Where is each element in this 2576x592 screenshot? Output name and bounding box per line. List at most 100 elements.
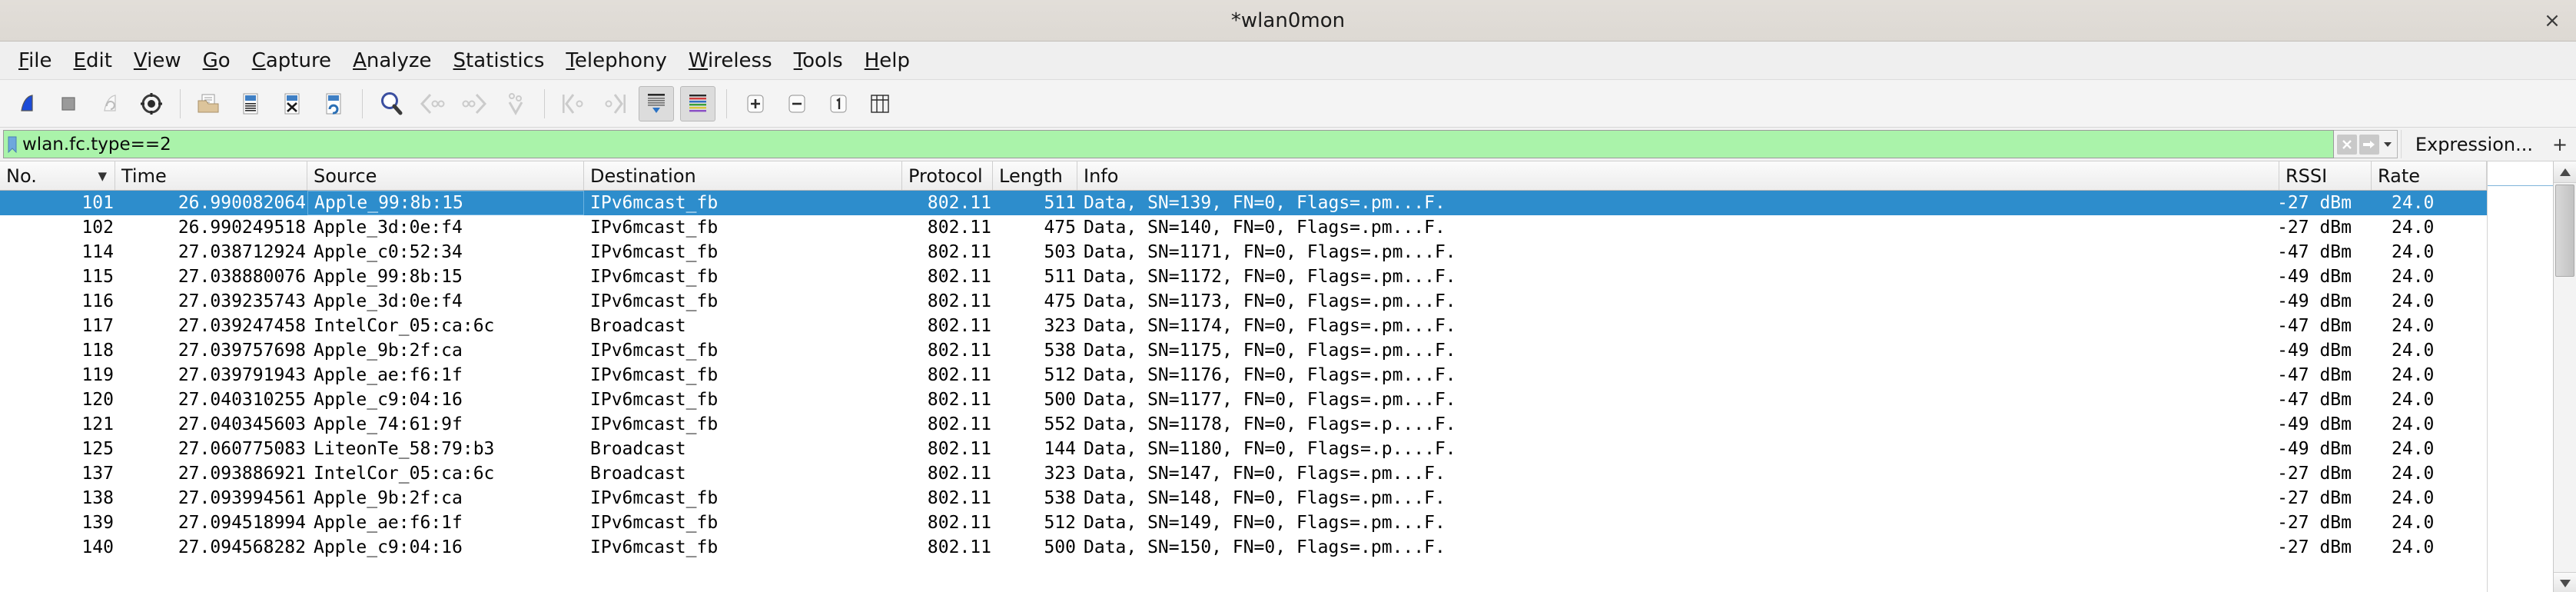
table-row[interactable]: 138 27.093994561 Apple_9b:2f:ca IPv6mcast_f… [0, 486, 2487, 511]
column-header-time[interactable]: Time [115, 161, 307, 190]
cell-rssi: -47 dBm [2279, 365, 2352, 385]
column-header-length[interactable]: Length [993, 161, 1077, 190]
table-row[interactable]: 115 27.038880076 Apple_99:8b:15 IPv6mcast_f… [0, 264, 2487, 289]
resize-columns-icon[interactable] [862, 86, 898, 121]
menu-item-capture[interactable]: Capture [241, 46, 342, 75]
cell-destination: IPv6mcast_fb [590, 537, 719, 557]
cell-destination: IPv6mcast_fb [590, 341, 719, 361]
menu-item-go[interactable]: Go [192, 46, 241, 75]
chevron-down-icon[interactable] [2382, 135, 2394, 155]
cell-no: 138 [81, 488, 114, 508]
cell-time: 27.094518994 [178, 513, 306, 533]
column-header-no[interactable]: No. ▼ [0, 161, 115, 190]
table-row[interactable]: 118 27.039757698 Apple_9b:2f:ca IPv6mcast_f… [0, 338, 2487, 363]
column-header-source[interactable]: Source [307, 161, 584, 190]
menu-item-statistics[interactable]: Statistics [443, 46, 556, 75]
cell-length: 323 [1044, 316, 1076, 336]
zoom-out-icon[interactable] [779, 86, 815, 121]
cell-length: 538 [1044, 341, 1076, 361]
scroll-up-button[interactable] [2554, 161, 2576, 183]
table-row[interactable]: 102 26.990249518 Apple_3d:0e:f4 IPv6mcast_f… [0, 215, 2487, 240]
close-icon[interactable]: × [2541, 9, 2564, 32]
table-row[interactable]: 137 27.093886921 IntelCor_05:ca:6c Broadcas… [0, 461, 2487, 486]
bookmark-icon[interactable] [4, 131, 21, 158]
cell-destination: Broadcast [590, 464, 686, 484]
menu-item-view[interactable]: View [123, 46, 192, 75]
cell-source: Apple_74:61:9f [314, 414, 463, 434]
table-row[interactable]: 125 27.060775083 LiteonTe_58:79:b3 Broadcas… [0, 437, 2487, 461]
restart-capture-icon[interactable] [92, 86, 128, 121]
cell-length: 475 [1044, 218, 1076, 238]
cell-time: 26.990249518 [178, 218, 306, 238]
cell-protocol: 802.11 [927, 242, 991, 262]
cell-no: 118 [81, 341, 114, 361]
table-row[interactable]: 101 26.990082064 Apple_99:8b:15 IPv6mcast_f… [0, 191, 2487, 215]
go-back-icon[interactable] [415, 86, 450, 121]
find-packet-icon[interactable] [373, 86, 409, 121]
menu-item-tools[interactable]: Tools [783, 46, 854, 75]
menu-item-help[interactable]: Help [854, 46, 921, 75]
column-header-rssi[interactable]: RSSI [2279, 161, 2372, 190]
table-row[interactable]: 119 27.039791943 Apple_ae:f6:1f IPv6mcast_f… [0, 363, 2487, 387]
scrollbar-track[interactable] [2554, 183, 2576, 572]
cell-destination: IPv6mcast_fb [590, 242, 719, 262]
autoscroll-icon[interactable] [639, 85, 674, 121]
cell-info: Data, SN=1173, FN=0, Flags=.pm...F. [1084, 291, 1456, 311]
table-row[interactable]: 116 27.039235743 Apple_3d:0e:f4 IPv6mcast_f… [0, 289, 2487, 314]
add-filter-button[interactable]: + [2547, 130, 2573, 158]
cell-destination: IPv6mcast_fb [590, 193, 719, 213]
packet-list-scrollbar[interactable] [2553, 161, 2576, 592]
table-row[interactable]: 121 27.040345603 Apple_74:61:9f IPv6mcast_f… [0, 412, 2487, 437]
column-header-destination[interactable]: Destination [584, 161, 902, 190]
scrollbar-thumb[interactable] [2555, 185, 2574, 277]
cell-info: Data, SN=150, FN=0, Flags=.pm...F. [1084, 537, 1446, 557]
display-filter-input[interactable]: wlan.fc.type==2 [21, 135, 2333, 155]
menu-item-wireless[interactable]: Wireless [678, 46, 783, 75]
menu-item-telephony[interactable]: Telephony [555, 46, 677, 75]
zoom-in-icon[interactable] [738, 86, 773, 121]
colorize-icon[interactable] [680, 85, 715, 121]
menu-item-analyze[interactable]: Analyze [342, 46, 442, 75]
cell-rssi: -27 dBm [2279, 513, 2352, 533]
zoom-reset-icon[interactable] [821, 86, 856, 121]
cell-time: 27.094568282 [178, 537, 306, 557]
start-capture-icon[interactable] [9, 86, 45, 121]
column-header-rate[interactable]: Rate [2372, 161, 2487, 190]
go-first-packet-icon[interactable] [556, 86, 591, 121]
go-forward-icon[interactable] [456, 86, 492, 121]
packet-list-rows[interactable]: 101 26.990082064 Apple_99:8b:15 IPv6mcast_f… [0, 191, 2487, 592]
cell-length: 323 [1044, 464, 1076, 484]
cell-rate: 24.0 [2392, 193, 2435, 213]
table-row[interactable]: 139 27.094518994 Apple_ae:f6:1f IPv6mcast_f… [0, 511, 2487, 535]
cell-rssi: -49 dBm [2279, 414, 2352, 434]
close-file-icon[interactable] [274, 86, 310, 121]
go-last-packet-icon[interactable] [597, 86, 632, 121]
cell-no: 137 [81, 464, 114, 484]
cell-source: Apple_c0:52:34 [314, 242, 463, 262]
column-header-info[interactable]: Info [1077, 161, 2279, 190]
table-row[interactable]: 140 27.094568282 Apple_c9:04:16 IPv6mcast_f… [0, 535, 2487, 560]
reload-file-icon[interactable] [316, 86, 351, 121]
stop-capture-icon[interactable] [51, 86, 86, 121]
cell-protocol: 802.11 [927, 464, 991, 484]
table-row[interactable]: 114 27.038712924 Apple_c0:52:34 IPv6mcast_f… [0, 240, 2487, 264]
open-file-icon[interactable] [191, 86, 227, 121]
capture-options-icon[interactable] [134, 86, 169, 121]
cell-rate: 24.0 [2392, 513, 2435, 533]
apply-filter-icon[interactable] [2359, 134, 2379, 155]
clear-filter-icon[interactable] [2336, 134, 2357, 155]
menu-item-edit[interactable]: Edit [63, 46, 123, 75]
cell-length: 500 [1044, 390, 1076, 410]
table-row[interactable]: 117 27.039247458 IntelCor_05:ca:6c Broadcas… [0, 314, 2487, 338]
filter-expression-button[interactable]: Expression... [2400, 130, 2547, 158]
menu-item-file[interactable]: File [8, 46, 63, 75]
table-row[interactable]: 120 27.040310255 Apple_c9:04:16 IPv6mcast_f… [0, 387, 2487, 412]
cell-time: 27.038712924 [178, 242, 306, 262]
column-header-protocol[interactable]: Protocol [902, 161, 993, 190]
go-to-packet-icon[interactable] [498, 86, 533, 121]
save-file-icon[interactable] [233, 86, 268, 121]
cell-protocol: 802.11 [927, 218, 991, 238]
scroll-down-button[interactable] [2554, 572, 2576, 592]
cell-rate: 24.0 [2392, 316, 2435, 336]
display-filter-input-wrapper[interactable]: wlan.fc.type==2 [3, 130, 2334, 158]
